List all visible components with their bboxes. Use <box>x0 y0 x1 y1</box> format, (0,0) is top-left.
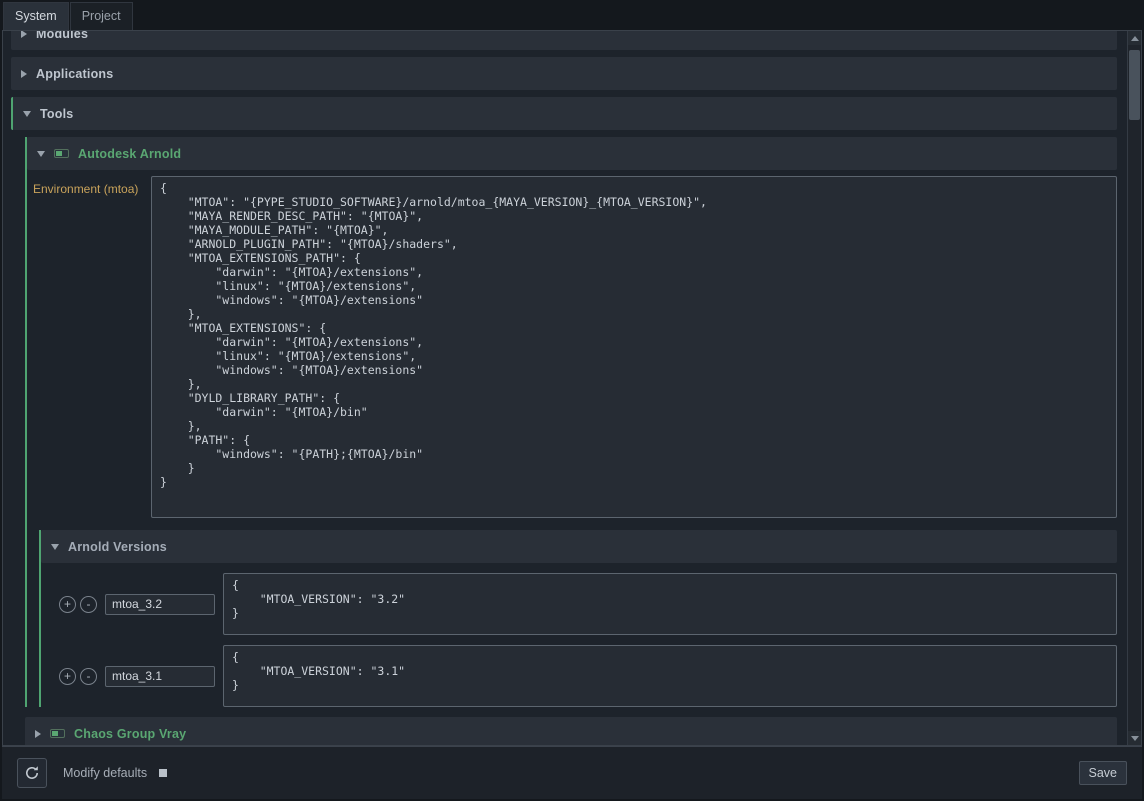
vray-enabled-toggle[interactable] <box>50 729 65 738</box>
section-tools: Tools Autodesk Arnold Environment (mtoa)… <box>11 97 1117 745</box>
environment-label: Environment (mtoa) <box>33 176 151 196</box>
remove-version-button[interactable]: - <box>80 668 97 685</box>
scrollbar-thumb[interactable] <box>1129 50 1140 120</box>
section-arnold-versions: Arnold Versions + - { "MTOA_VERSION": "3… <box>39 530 1117 707</box>
save-button[interactable]: Save <box>1079 761 1128 785</box>
collapse-arrow-icon[interactable] <box>23 111 31 117</box>
section-modules-header[interactable]: Modules <box>11 31 1117 50</box>
version-json-editor[interactable]: { "MTOA_VERSION": "3.2" } <box>223 573 1117 635</box>
scroll-content: Modules Applications Tools <box>3 31 1127 745</box>
vray-header[interactable]: Chaos Group Vray <box>25 717 1117 745</box>
expand-arrow-icon[interactable] <box>21 31 27 38</box>
arnold-label: Autodesk Arnold <box>78 147 181 161</box>
refresh-icon <box>24 765 40 781</box>
arnold-versions-header[interactable]: Arnold Versions <box>41 530 1117 563</box>
section-autodesk-arnold: Autodesk Arnold Environment (mtoa) { "MT… <box>25 137 1117 707</box>
arnold-versions-label: Arnold Versions <box>68 540 167 554</box>
version-json-editor[interactable]: { "MTOA_VERSION": "3.1" } <box>223 645 1117 707</box>
scroll-down-arrow[interactable] <box>1128 731 1141 745</box>
vray-label: Chaos Group Vray <box>74 727 186 741</box>
collapse-arrow-icon[interactable] <box>51 544 59 550</box>
section-tools-header[interactable]: Tools <box>11 97 1117 130</box>
modify-defaults-checkbox[interactable] <box>159 769 167 777</box>
settings-window: System Project Modules Applications <box>0 0 1144 801</box>
arnold-header[interactable]: Autodesk Arnold <box>27 137 1117 170</box>
section-applications: Applications <box>11 57 1117 90</box>
toggle-knob <box>56 151 62 156</box>
version-row: + - { "MTOA_VERSION": "3.2" } <box>59 573 1117 635</box>
environment-json-editor[interactable]: { "MTOA": "{PYPE_STUDIO_SOFTWARE}/arnold… <box>151 176 1117 518</box>
tab-bar: System Project <box>0 0 1144 30</box>
arnold-enabled-toggle[interactable] <box>54 149 69 158</box>
scroll-up-arrow[interactable] <box>1128 31 1141 45</box>
tab-project[interactable]: Project <box>70 2 133 30</box>
scrollbar-track[interactable] <box>1128 45 1141 731</box>
tab-system[interactable]: System <box>3 2 69 30</box>
section-chaos-group-vray: Chaos Group Vray <box>25 717 1117 745</box>
expand-arrow-icon[interactable] <box>21 70 27 78</box>
section-applications-label: Applications <box>36 67 113 81</box>
add-version-button[interactable]: + <box>59 668 76 685</box>
expand-arrow-icon[interactable] <box>35 730 41 738</box>
remove-version-button[interactable]: - <box>80 596 97 613</box>
modify-defaults-label: Modify defaults <box>63 766 147 780</box>
section-modules: Modules <box>11 31 1117 50</box>
collapse-arrow-icon[interactable] <box>37 151 45 157</box>
settings-main-area: Modules Applications Tools <box>2 30 1142 746</box>
section-modules-label: Modules <box>36 31 88 41</box>
toggle-knob <box>52 731 58 736</box>
section-applications-header[interactable]: Applications <box>11 57 1117 90</box>
environment-row: Environment (mtoa) { "MTOA": "{PYPE_STUD… <box>33 176 1117 518</box>
version-name-input[interactable] <box>105 666 215 687</box>
version-name-input[interactable] <box>105 594 215 615</box>
vertical-scrollbar[interactable] <box>1127 31 1141 745</box>
version-row: + - { "MTOA_VERSION": "3.1" } <box>59 645 1117 707</box>
refresh-button[interactable] <box>17 758 47 788</box>
add-version-button[interactable]: + <box>59 596 76 613</box>
section-tools-label: Tools <box>40 107 73 121</box>
footer-bar: Modify defaults Save <box>2 746 1142 799</box>
